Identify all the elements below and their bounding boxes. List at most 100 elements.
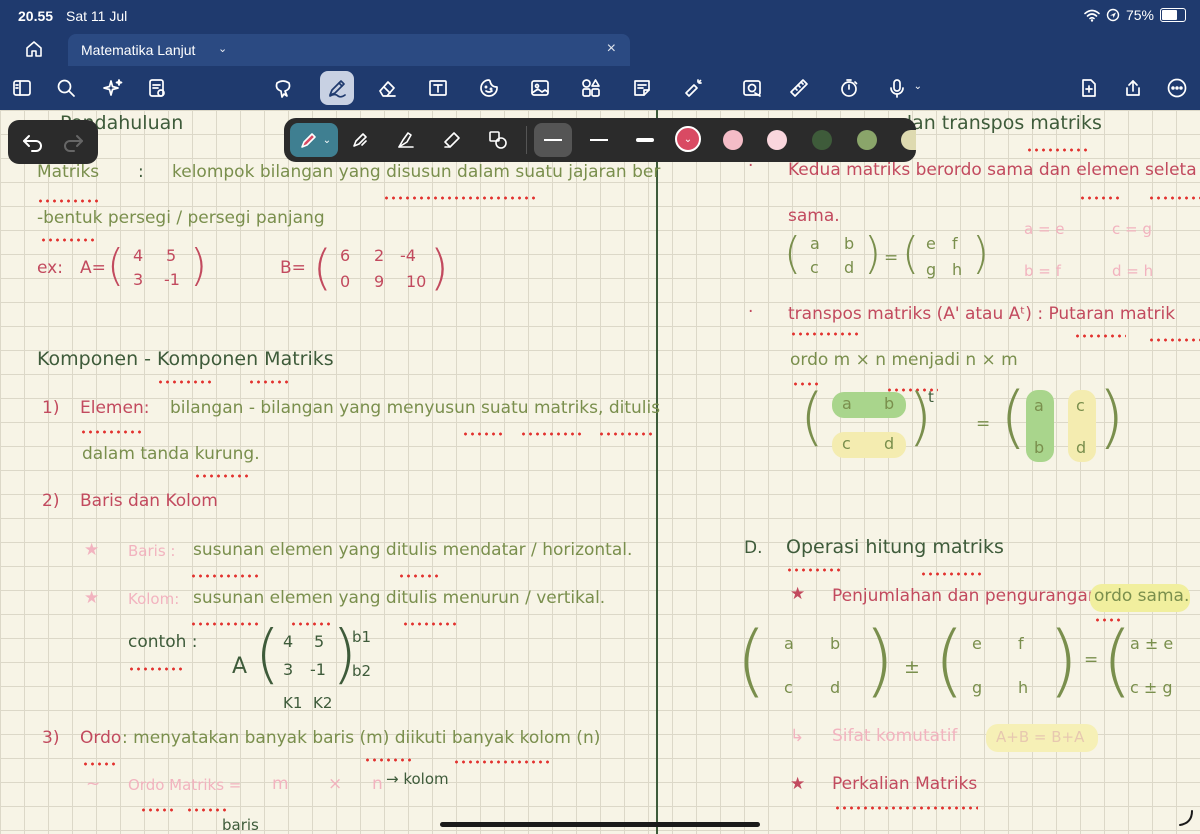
ai-sparkle-icon[interactable]: [96, 71, 130, 105]
search-icon[interactable]: [49, 71, 83, 105]
chevron-down-icon[interactable]: ⌄: [218, 42, 227, 55]
ordo-x: ×: [328, 774, 343, 794]
stroke-width-medium[interactable]: [580, 123, 618, 157]
underline-dots: [383, 196, 535, 200]
battery-fill: [1162, 10, 1177, 20]
ruler-icon[interactable]: [782, 71, 816, 105]
stroke-width-thin[interactable]: [534, 123, 572, 157]
sum-left-cell: b: [830, 634, 841, 653]
ordo-label: Ordo Matriks =: [128, 776, 242, 794]
image-icon[interactable]: [523, 71, 557, 105]
camera-icon[interactable]: [735, 71, 769, 105]
section-d-title: Operasi hitung matriks: [786, 536, 1004, 558]
tab-matematika-lanjut[interactable]: Matematika Lanjut ⌄ ×: [68, 34, 630, 66]
tab-close-button[interactable]: ×: [607, 40, 616, 58]
matrix-b-cell: 2: [374, 246, 385, 265]
chevron-down-icon[interactable]: ⌄: [323, 135, 331, 146]
undo-icon[interactable]: [20, 130, 46, 154]
star-icon: ★: [790, 774, 806, 794]
redo-icon[interactable]: [60, 130, 86, 154]
sum-right-cell: g: [972, 678, 983, 697]
underline-dots: [364, 758, 412, 762]
underline-dots: [190, 622, 258, 626]
home-icon[interactable]: [22, 37, 46, 61]
mic-icon[interactable]: ⌄: [880, 71, 922, 105]
wifi-icon: [1084, 9, 1100, 22]
color-swatch[interactable]: [812, 130, 832, 150]
def-term-matriks: Matriks: [37, 162, 100, 182]
matrix-b-cell: 9: [374, 272, 385, 291]
fountain-pen-tool[interactable]: ⌄: [290, 123, 338, 157]
eq-right-cell: f: [952, 234, 958, 253]
color-swatch[interactable]: [767, 130, 787, 150]
laser-pointer-icon[interactable]: [676, 71, 710, 105]
shape-pen-icon: [489, 131, 507, 149]
transpos-right-cell: a: [1034, 396, 1044, 415]
underline-dots: [1079, 196, 1119, 200]
item1-line2: dalam tanda kurung.: [82, 444, 260, 464]
sifat-arrow: ↳: [790, 726, 805, 746]
contoh-cell: 3: [283, 660, 294, 679]
def-line1: kelompok bilangan yang disusun dalam sua…: [172, 162, 661, 182]
item1-num: 1): [42, 398, 60, 418]
more-icon[interactable]: [1160, 71, 1194, 105]
paren-left: (: [255, 618, 280, 692]
def-line2: -bentuk persegi / persegi panjang: [37, 208, 325, 228]
text-box-icon[interactable]: [421, 71, 455, 105]
highlighter-tool[interactable]: [434, 123, 470, 157]
row-label: b2: [352, 662, 372, 680]
paren-right: ): [190, 240, 208, 291]
add-page-icon[interactable]: [1072, 71, 1106, 105]
brush-pen-tool[interactable]: [388, 123, 424, 157]
underline-dots: [598, 432, 652, 436]
fountain-pen-icon: [300, 133, 316, 148]
home-indicator[interactable]: [440, 822, 760, 827]
outline-icon[interactable]: [140, 71, 174, 105]
lasso-icon[interactable]: [266, 71, 300, 105]
section-title-transpos: dan transpos matriks: [900, 112, 1102, 134]
kolom-label: Kolom:: [128, 590, 180, 608]
paren-right: ): [430, 240, 449, 296]
underline-dots: [157, 380, 213, 384]
chevron-down-icon[interactable]: ⌄: [914, 81, 922, 92]
eq-sign: =: [884, 248, 899, 268]
color-swatch[interactable]: [857, 130, 877, 150]
undo-redo-box: [8, 120, 98, 164]
underline-dots: [128, 667, 182, 671]
eq-right-cell: g: [926, 260, 937, 279]
page-divider: [656, 110, 658, 834]
item1-term: Elemen:: [80, 398, 150, 418]
ballpoint-pen-tool[interactable]: [342, 123, 378, 157]
underline-dots: [402, 622, 456, 626]
transpos-sup: t: [928, 388, 934, 406]
eraser-icon[interactable]: [370, 71, 404, 105]
shape-pen-tool[interactable]: [480, 123, 516, 157]
col-label: K2: [313, 694, 333, 712]
color-swatch[interactable]: [901, 130, 916, 150]
paren-left: (: [902, 228, 920, 279]
sticker-icon[interactable]: [472, 71, 506, 105]
note-icon[interactable]: [625, 71, 659, 105]
baris-label: Baris :: [128, 542, 176, 560]
pen-icon[interactable]: [320, 71, 354, 105]
matrix-b-name: B=: [280, 258, 306, 278]
share-icon[interactable]: [1116, 71, 1150, 105]
tab-title: Matematika Lanjut: [81, 42, 196, 58]
paren-right: ): [1048, 616, 1079, 706]
sidebar-icon[interactable]: [5, 71, 39, 105]
paren-left: (: [800, 380, 825, 453]
eq-note: b = f: [1024, 262, 1061, 280]
underline-dots: [248, 380, 288, 384]
stroke-width-thick[interactable]: [626, 123, 664, 157]
timer-icon[interactable]: [832, 71, 866, 105]
ballpoint-pen-icon: [353, 133, 367, 147]
sum-op: ±: [904, 656, 920, 678]
ex-label: ex:: [37, 258, 63, 278]
matrix-a-cell: -1: [164, 270, 180, 289]
shapes-icon[interactable]: [574, 71, 608, 105]
notebook-page[interactable]: Pendahuluan Matriks : kelompok bilangan …: [0, 110, 1200, 834]
color-swatch-selected[interactable]: ⌄: [675, 126, 701, 152]
sum-result-cell: a ± e: [1130, 634, 1174, 653]
status-right: 75%: [1084, 7, 1186, 23]
color-swatch[interactable]: [723, 130, 743, 150]
